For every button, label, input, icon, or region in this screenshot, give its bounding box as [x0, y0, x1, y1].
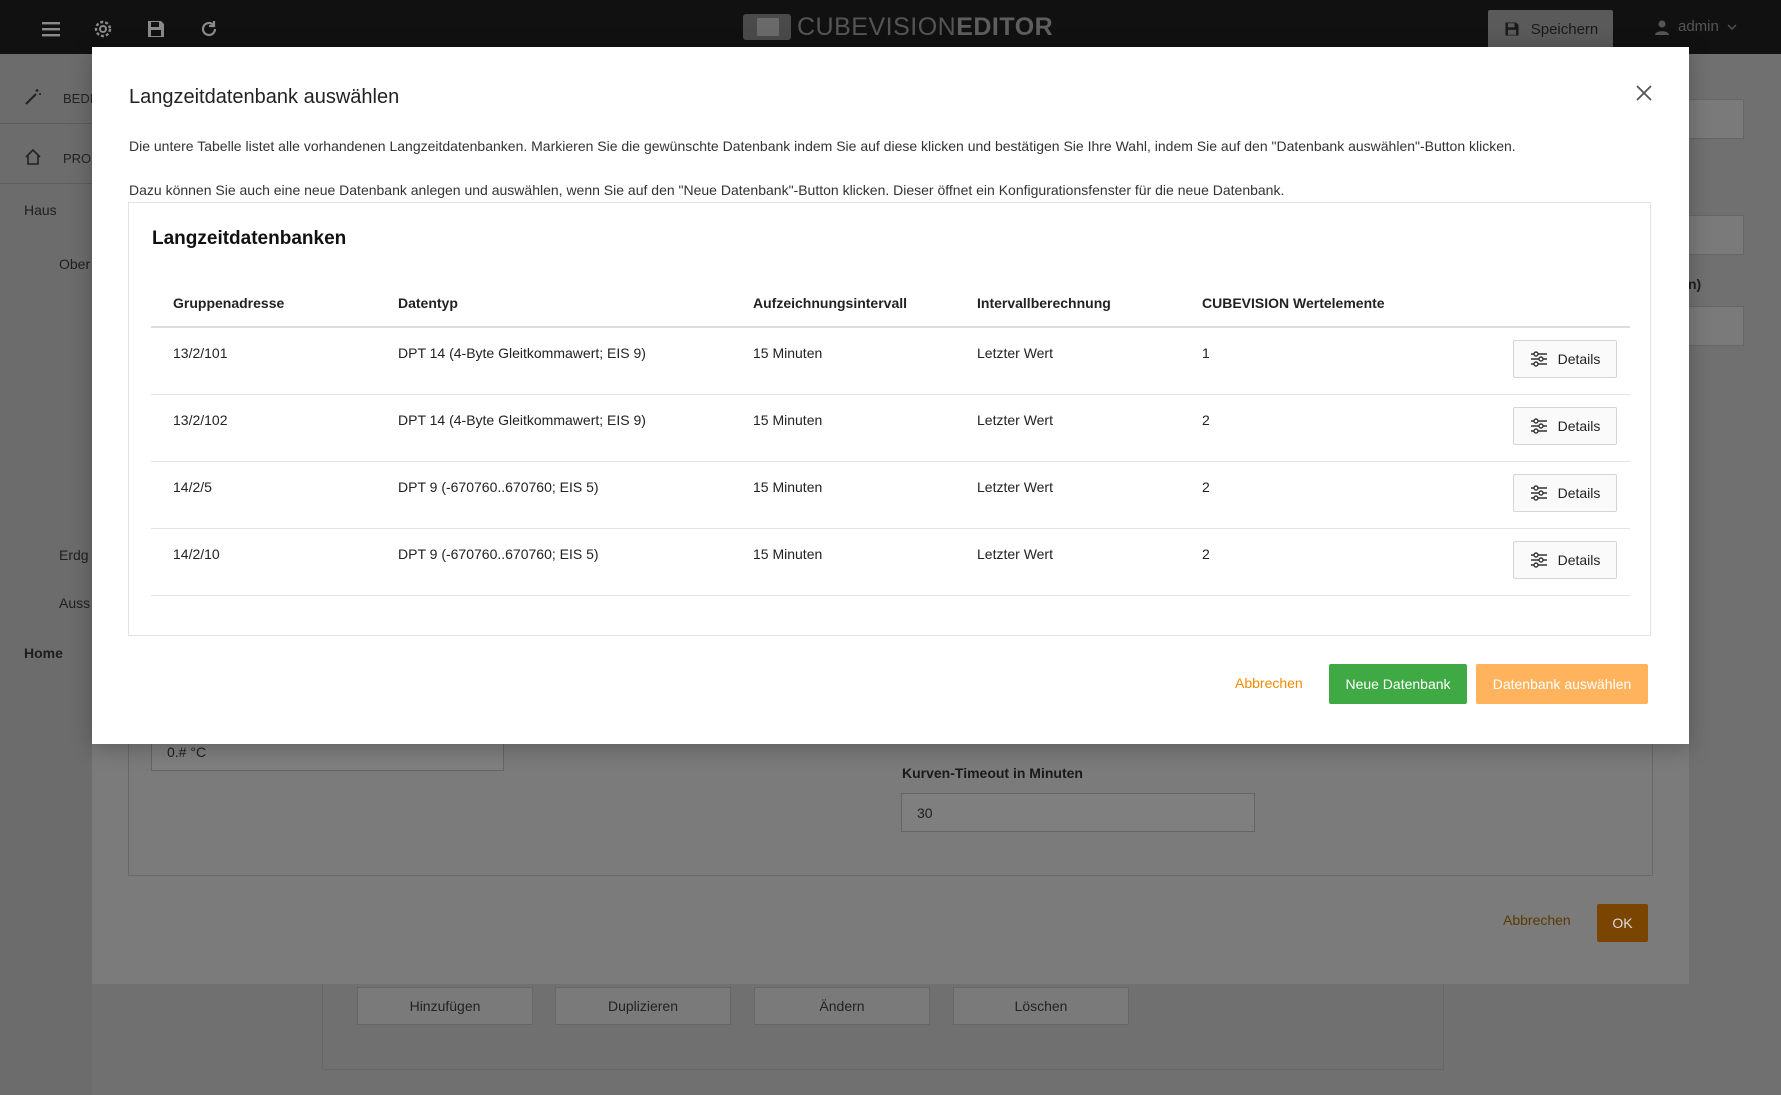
delete-button[interactable]: Löschen: [953, 987, 1129, 1025]
cell-calculation: Letzter Wert: [977, 345, 1053, 361]
gear-icon[interactable]: [92, 18, 114, 40]
tree-item-home[interactable]: Home: [24, 645, 63, 661]
cell-interval: 15 Minuten: [753, 412, 823, 428]
user-menu[interactable]: admin: [1654, 18, 1737, 35]
home-icon: [25, 148, 41, 165]
new-database-button[interactable]: Neue Datenbank: [1329, 664, 1467, 704]
database-card: Langzeitdatenbanken Gruppenadresse Daten…: [128, 202, 1651, 636]
refresh-icon[interactable]: [198, 18, 220, 40]
cell-calculation: Letzter Wert: [977, 546, 1053, 562]
cell-interval: 15 Minuten: [753, 546, 823, 562]
tree-item-aussen[interactable]: Auss: [59, 595, 90, 611]
sliders-icon: [1530, 418, 1547, 434]
duplicate-button[interactable]: Duplizieren: [555, 987, 731, 1025]
cell-type: DPT 9 (-670760..670760; EIS 5): [398, 479, 599, 495]
sidebar-item-projekt[interactable]: PRO: [0, 134, 92, 184]
cell-calculation: Letzter Wert: [977, 412, 1053, 428]
chevron-down-icon: [1727, 24, 1737, 30]
sliders-icon: [1530, 351, 1547, 367]
sliders-icon: [1530, 485, 1547, 501]
tree-item-haus[interactable]: Haus: [24, 202, 57, 218]
edit-button[interactable]: Ändern: [754, 987, 930, 1025]
card-title: Langzeitdatenbanken: [152, 228, 347, 249]
table-row[interactable]: 14/2/10 DPT 9 (-670760..670760; EIS 5) 1…: [151, 529, 1630, 596]
logo-text-light: CUBEVISION: [797, 12, 957, 41]
tree-item-erdgeschoss[interactable]: Erdg: [59, 547, 89, 563]
details-button-label: Details: [1557, 552, 1601, 568]
user-icon: [1655, 20, 1669, 35]
cell-address: 14/2/10: [173, 546, 220, 562]
background-ok-button[interactable]: OK: [1597, 904, 1648, 942]
cell-address: 14/2/5: [173, 479, 212, 495]
cell-interval: 15 Minuten: [753, 345, 823, 361]
save-disk-icon[interactable]: [145, 18, 167, 40]
timeout-input[interactable]: 30: [901, 793, 1255, 832]
column-header-calculation: Intervallberechnung: [977, 295, 1111, 311]
logo-text-bold: EDITOR: [956, 12, 1054, 41]
details-button-label: Details: [1557, 418, 1601, 434]
details-button[interactable]: Details: [1513, 541, 1617, 579]
logo-mark-icon: [743, 14, 791, 40]
modal-description-2: Dazu können Sie auch eine neue Datenbank…: [129, 182, 1285, 198]
add-button[interactable]: Hinzufügen: [357, 987, 533, 1025]
cell-calculation: Letzter Wert: [977, 479, 1053, 495]
select-database-button[interactable]: Datenbank auswählen: [1476, 664, 1648, 704]
column-header-elements: CUBEVISION Wertelemente: [1202, 295, 1385, 311]
magic-wand-icon: [25, 89, 41, 105]
column-header-type: Datentyp: [398, 295, 458, 311]
table-row[interactable]: 13/2/101 DPT 14 (4-Byte Gleitkommawert; …: [151, 328, 1630, 395]
background-cancel-button[interactable]: Abbrechen: [1503, 912, 1571, 928]
sidebar-item-label: PRO: [63, 151, 92, 166]
save-button-label: Speichern: [1530, 20, 1599, 38]
cancel-button[interactable]: Abbrechen: [1235, 675, 1303, 691]
select-database-modal: Langzeitdatenbank auswählen Die untere T…: [92, 47, 1689, 744]
database-table: Gruppenadresse Datentyp Aufzeichnungsint…: [151, 273, 1630, 596]
details-button-label: Details: [1557, 485, 1601, 501]
table-row[interactable]: 13/2/102 DPT 14 (4-Byte Gleitkommawert; …: [151, 395, 1630, 462]
property-input[interactable]: [1688, 215, 1744, 255]
sidebar-item-bedienung[interactable]: BEDI: [0, 74, 94, 124]
sliders-icon: [1530, 552, 1547, 568]
table-header: Gruppenadresse Datentyp Aufzeichnungsint…: [151, 273, 1630, 328]
cell-elements: 1: [1202, 345, 1210, 361]
cell-interval: 15 Minuten: [753, 479, 823, 495]
table-row[interactable]: 14/2/5 DPT 9 (-670760..670760; EIS 5) 15…: [151, 462, 1630, 529]
menu-icon[interactable]: [40, 18, 62, 40]
cell-type: DPT 9 (-670760..670760; EIS 5): [398, 546, 599, 562]
property-label-fragment: n): [1688, 276, 1702, 292]
cell-type: DPT 14 (4-Byte Gleitkommawert; EIS 9): [398, 412, 646, 428]
sidebar-item-label: BEDI: [63, 91, 94, 106]
app-logo: CUBEVISIONEDITOR: [743, 13, 1053, 41]
user-name: admin: [1678, 18, 1719, 35]
timeout-label: Kurven-Timeout in Minuten: [902, 765, 1083, 781]
cell-type: DPT 14 (4-Byte Gleitkommawert; EIS 9): [398, 345, 646, 361]
properties-panel: n): [1688, 54, 1781, 1095]
cell-address: 13/2/102: [173, 412, 228, 428]
column-header-interval: Aufzeichnungsintervall: [753, 295, 908, 311]
details-button[interactable]: Details: [1513, 407, 1617, 445]
save-disk-icon: [1505, 22, 1519, 36]
column-header-address: Gruppenadresse: [173, 295, 285, 311]
property-input[interactable]: [1688, 306, 1744, 346]
tree-item-obergeschoss[interactable]: Ober: [59, 256, 90, 272]
cell-elements: 2: [1202, 546, 1210, 562]
modal-title: Langzeitdatenbank auswählen: [129, 86, 400, 108]
modal-description-1: Die untere Tabelle listet alle vorhanden…: [129, 138, 1516, 154]
cell-address: 13/2/101: [173, 345, 228, 361]
save-button[interactable]: Speichern: [1488, 10, 1613, 48]
property-input[interactable]: [1688, 99, 1744, 139]
details-button[interactable]: Details: [1513, 474, 1617, 512]
cell-elements: 2: [1202, 412, 1210, 428]
details-button[interactable]: Details: [1513, 340, 1617, 378]
details-button-label: Details: [1557, 351, 1601, 367]
cell-elements: 2: [1202, 479, 1210, 495]
close-icon[interactable]: [1633, 82, 1655, 104]
top-bar: CUBEVISIONEDITOR Speichern admin: [0, 0, 1781, 54]
